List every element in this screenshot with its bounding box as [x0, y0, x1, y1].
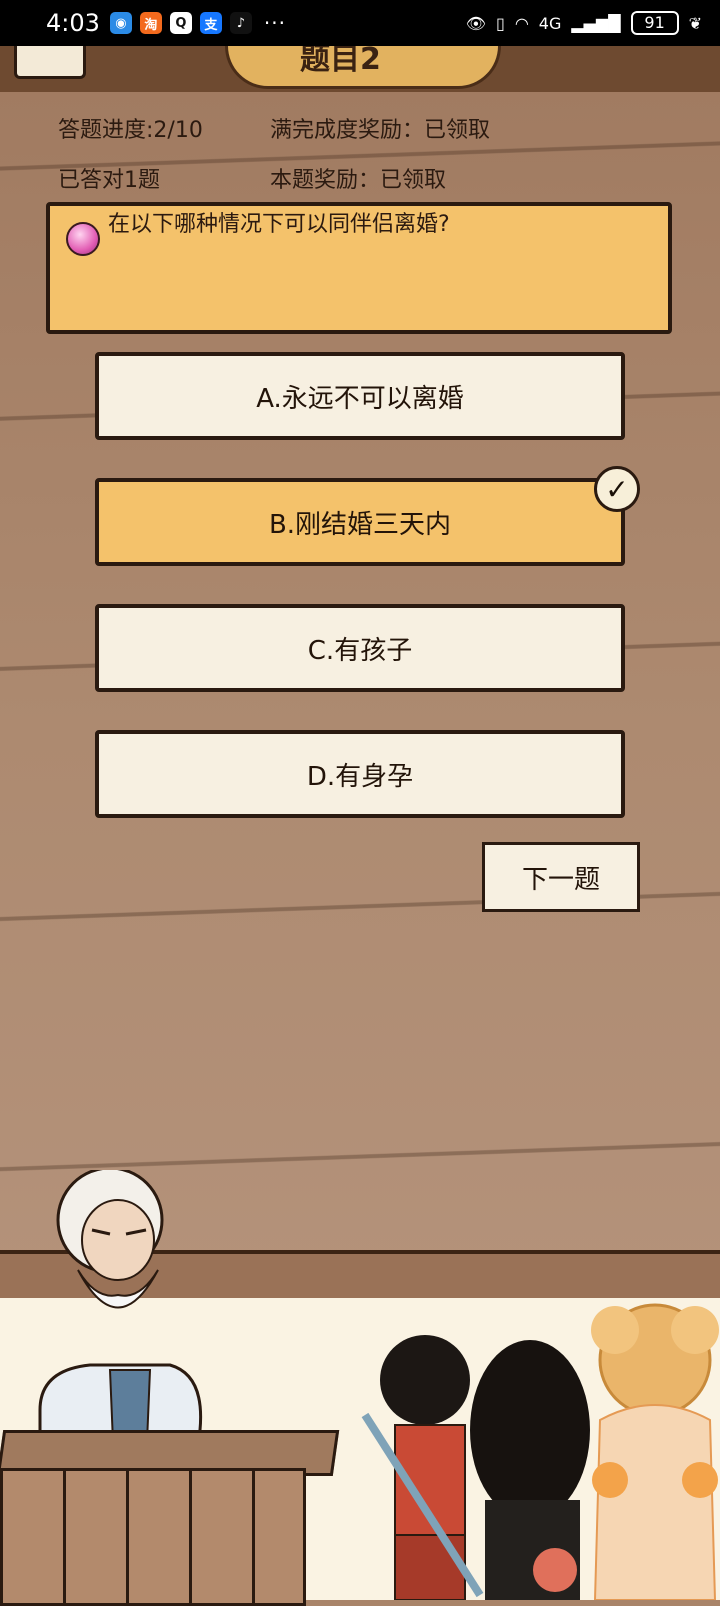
option-label: C.有孩子	[307, 635, 413, 666]
taobao-icon: 淘	[139, 12, 162, 34]
network-type: 4G	[538, 13, 562, 33]
next-question-button[interactable]: 下一题	[482, 842, 640, 912]
leaf-icon: ❦	[688, 13, 702, 33]
option-label: A.永远不可以离婚	[256, 383, 464, 414]
correct-count-text: 已答对1题	[58, 168, 160, 193]
tiktok-icon: ♪	[229, 12, 252, 34]
boy-character	[361, 1335, 484, 1600]
desk	[0, 1468, 306, 1606]
option-b[interactable]: B.刚结婚三天内	[95, 478, 625, 566]
option-label: B.刚结婚三天内	[268, 509, 452, 540]
question-reward-text: 本题奖励：已领取	[270, 168, 447, 193]
option-label: D.有身孕	[306, 761, 414, 792]
checkmark-icon: ✓	[594, 466, 640, 512]
alipay-icon: 支	[199, 12, 222, 34]
status-bar: 4:03 ◉ 淘 Q 支 ♪ ··· 👁 ▯ ◠ 4G ▂▄▆█ 91 ❦	[0, 0, 720, 46]
eye-icon: 👁	[465, 13, 487, 33]
vibrate-icon: ▯	[496, 13, 505, 33]
option-d[interactable]: D.有身孕	[95, 730, 625, 818]
status-time: 4:03	[46, 9, 100, 37]
full-reward-text: 满完成度奖励：已领取	[270, 118, 491, 143]
more-notifications-icon: ···	[263, 11, 286, 35]
option-c[interactable]: C.有孩子	[95, 604, 625, 692]
browser-icon: ◉	[109, 12, 132, 34]
back-button[interactable]	[14, 46, 86, 79]
bear-costume-character	[591, 1303, 719, 1600]
progress-text: 答题进度:2/10	[58, 118, 203, 143]
girl-character	[470, 1340, 590, 1600]
gem-icon	[66, 222, 100, 256]
signal-icon: ▂▄▆█	[571, 13, 621, 33]
option-a[interactable]: A.永远不可以离婚	[95, 352, 625, 440]
next-question-label: 下一题	[521, 864, 600, 895]
wifi-icon: ◠	[514, 13, 529, 33]
question-text: 在以下哪种情况下可以同伴侣离婚?	[108, 212, 450, 237]
qq-icon: Q	[169, 12, 192, 34]
battery-indicator: 91	[630, 11, 679, 35]
